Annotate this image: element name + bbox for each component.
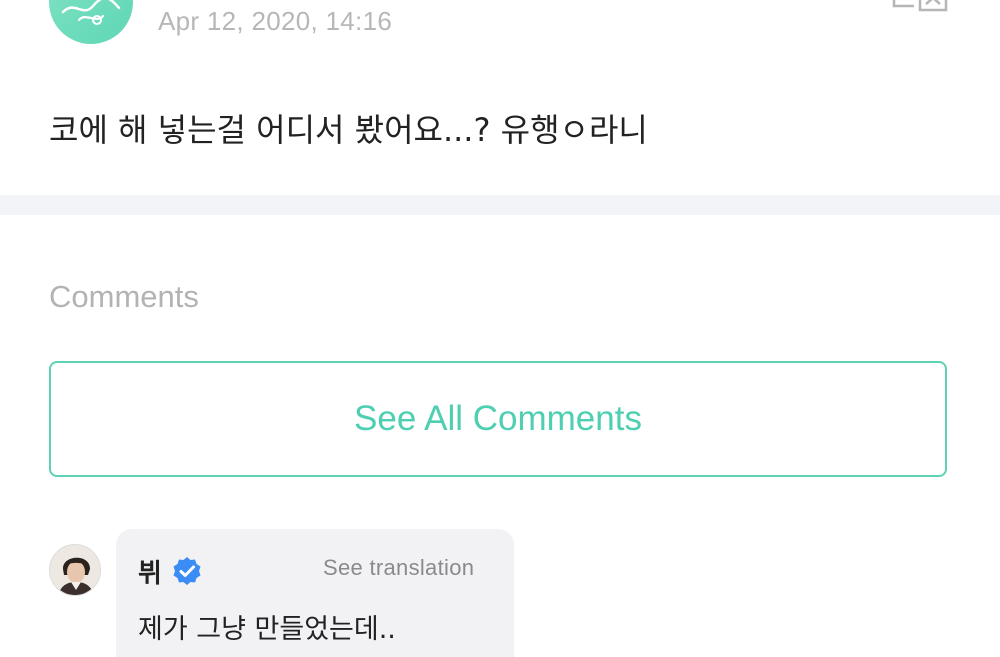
post-author-avatar[interactable] [49, 0, 133, 44]
see-all-comments-button[interactable]: See All Comments [49, 361, 947, 477]
comment-body-text: 제가 그냥 만들었는데.. [138, 614, 396, 645]
post-timestamp: Apr 12, 2020, 14:16 [158, 6, 393, 36]
section-divider [0, 195, 1000, 215]
verified-badge-icon [173, 557, 201, 585]
signature-logo-icon [61, 0, 121, 25]
comments-heading: Comments [49, 279, 199, 314]
post-body-text: 코에 해 넣는걸 어디서 봤어요...? 유행ㅇ라니 [49, 111, 648, 149]
see-all-comments-label: See All Comments [354, 399, 642, 438]
see-translation-link[interactable]: See translation [323, 555, 474, 581]
comment-author-avatar[interactable] [49, 544, 101, 596]
post-detail-screen: Apr 12, 2020, 14:16 코에 해 넣는걸 어디서 봤어요...?… [0, 0, 1000, 657]
user-portrait-icon [50, 545, 100, 595]
comment-author-name[interactable]: 뷔 [138, 553, 162, 590]
translate-icon[interactable] [892, 0, 950, 22]
